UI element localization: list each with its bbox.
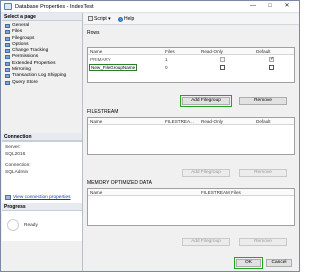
page-icon [5,74,10,79]
read-only-checkbox[interactable] [220,65,225,70]
column-header-name: Name [90,119,103,124]
page-list: General Files Filegroups Options Change … [4,23,82,86]
server-label: Server: [5,145,21,150]
sidebar-item-label: Change Tracking [12,48,49,54]
sidebar: Select a page General Files Filegroups O… [2,13,83,271]
default-checkbox[interactable] [269,65,274,70]
sidebar-item-label: General [12,23,30,28]
remove-filestream-filegroup-button[interactable]: Remove [239,169,287,177]
title-bar: Database Properties - IndexTest — □ ✕ [1,1,299,13]
column-header-name: Name [90,49,103,54]
add-filestream-filegroup-button[interactable]: Add Filegroup [182,169,230,177]
progress-spinner-icon [7,219,19,231]
filestream-grid[interactable]: Name FILESTREA... Read-Only Default [87,117,295,155]
filegroup-name-input[interactable]: New_FileGroupName [89,64,137,71]
select-page-heading: Select a page [2,13,82,21]
page-icon [5,30,10,35]
progress-heading: Progress [2,203,82,211]
rows-section-title: Rows [87,30,100,36]
filestream-grid-header: Name FILESTREA... Read-Only Default [88,118,294,125]
sidebar-item-label: Permissions [12,54,39,60]
remove-filegroup-button[interactable]: Remove [239,97,287,105]
sidebar-item-label: Files [12,29,23,35]
help-button[interactable]: ? Help [118,16,134,23]
minimize-button[interactable]: — [246,2,260,11]
filestream-section-title: FILESTREAM [87,109,119,115]
script-icon [88,16,93,21]
column-header-default: Default [256,119,271,124]
window-title: Database Properties - IndexTest [15,4,94,10]
page-icon [5,49,10,54]
column-header-name: Name [90,190,103,195]
page-icon [5,42,10,47]
sidebar-item-query-store[interactable]: Query Store [4,80,82,86]
table-row[interactable]: PRIMARY 1 [88,56,294,63]
memory-optimized-section-title: MEMORY OPTIMIZED DATA [87,180,152,186]
default-checkbox [269,56,274,62]
sidebar-item-label: Transaction Log Shipping [12,73,67,79]
column-header-files: Files [165,49,175,54]
database-icon [4,3,12,10]
view-connection-properties-link[interactable]: View connection properties [13,195,71,200]
column-header-read-only: Read-Only [201,119,223,124]
connection-properties-icon [5,195,11,200]
row-files: 1 [165,57,168,62]
add-memory-filegroup-button[interactable]: Add Filegroup [182,238,230,246]
row-name: PRIMARY [90,57,111,62]
column-header-filestream-files: FILESTREAM Files [201,190,241,195]
column-header-read-only: Read-Only [201,49,223,54]
page-icon [5,55,10,60]
sidebar-item-label: Filegroups [12,35,35,41]
progress-panel: Ready [2,211,82,241]
cancel-button[interactable]: Cancel [266,259,292,267]
sidebar-item-label: Options [12,41,29,47]
connection-label: Connection: [5,163,31,168]
database-properties-window: Database Properties - IndexTest — □ ✕ Se… [0,0,300,272]
rows-grid-header: Name Files Read-Only Default [88,48,294,55]
maximize-button[interactable]: □ [263,2,277,11]
connection-value: SQLAdmin [5,170,29,175]
connection-panel: Server: SQL2016 Connection: SQLAdmin Vie… [2,141,82,206]
memory-optimized-grid[interactable]: Name FILESTREAM Files [87,188,295,226]
page-icon [5,68,10,73]
main-panel: Rows Name Files Read-Only Default PRIMAR… [84,26,299,271]
column-header-filestream-files: FILESTREA... [165,119,194,124]
row-files: 0 [165,65,168,70]
chevron-down-icon: ▾ [108,16,111,22]
read-only-checkbox [220,57,225,62]
toolbar: Script ▾ ? Help [84,14,299,25]
add-filegroup-button[interactable]: Add Filegroup [180,95,232,107]
page-icon [5,36,10,41]
table-row[interactable]: New_FileGroupName 0 [88,64,294,71]
ok-button[interactable]: OK [234,257,263,269]
sidebar-item-label: Query Store [12,79,38,85]
page-icon [5,61,10,66]
rows-grid[interactable]: Name Files Read-Only Default PRIMARY 1 N… [87,47,295,83]
column-header-default: Default [256,49,271,54]
connection-heading: Connection [2,133,82,141]
sidebar-item-label: Mirroring [12,67,31,73]
page-icon [5,80,10,85]
progress-status: Ready [24,223,38,228]
server-value: SQL2016 [5,152,26,157]
script-button[interactable]: Script ▾ [88,16,111,23]
memory-optimized-grid-header: Name FILESTREAM Files [88,189,294,196]
help-icon: ? [118,17,123,22]
script-label: Script [94,16,107,22]
remove-memory-filegroup-button[interactable]: Remove [239,238,287,246]
sidebar-item-label: Extended Properties [12,60,56,66]
close-button[interactable]: ✕ [280,2,294,11]
help-label: Help [124,16,135,22]
page-icon [5,24,10,28]
